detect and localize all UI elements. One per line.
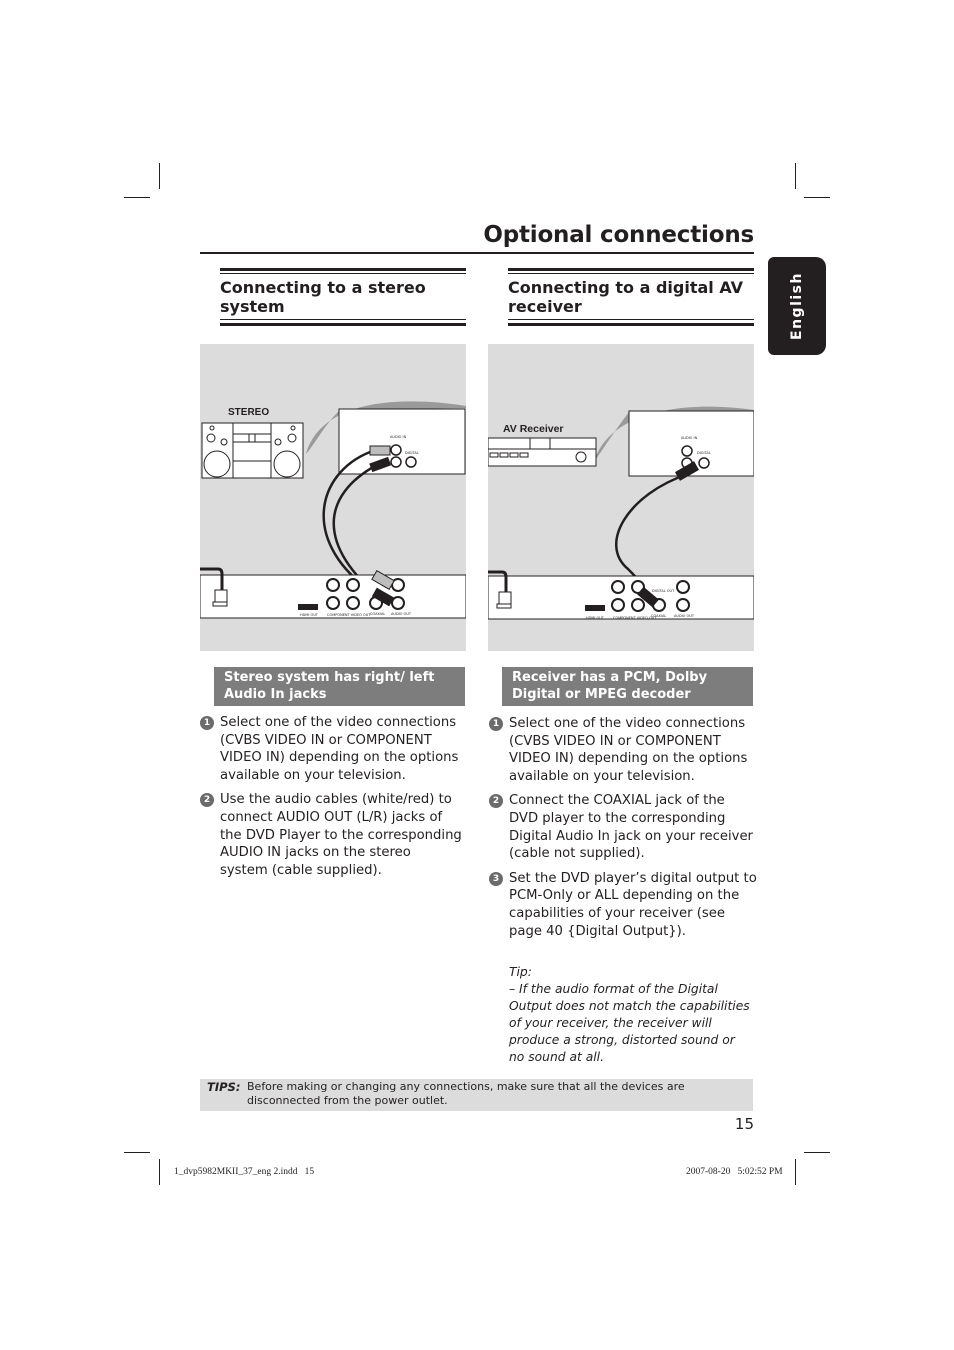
step-number-icon: 3 (489, 871, 503, 886)
svg-text:COAXIAL: COAXIAL (370, 612, 385, 616)
step-number-icon: 1 (489, 717, 503, 731)
crop-mark (795, 163, 796, 189)
section-rule (508, 319, 754, 320)
svg-text:HDMI OUT: HDMI OUT (586, 616, 605, 620)
page-number: 15 (734, 1115, 754, 1133)
av-receiver-icon (488, 437, 597, 467)
svg-text:COAXIAL: COAXIAL (651, 614, 666, 618)
av-receiver-label: AV Receiver (503, 423, 564, 435)
tips-box: TIPS: Before making or changing any conn… (200, 1079, 753, 1111)
svg-text:AUDIO IN: AUDIO IN (681, 436, 698, 440)
section-rule (220, 268, 466, 271)
section-rule (220, 319, 466, 320)
sub-header-receiver: Receiver has a PCM, Dolby Digital or MPE… (502, 667, 753, 706)
svg-text:COMPONENT VIDEO OUT: COMPONENT VIDEO OUT (327, 613, 371, 617)
svg-text:HDMI OUT: HDMI OUT (300, 613, 319, 617)
step-number-icon: 2 (489, 794, 503, 809)
language-tab: English (768, 257, 826, 355)
tips-text: Before making or changing any connection… (247, 1080, 685, 1107)
heading-line: Connecting to a stereo (220, 278, 426, 297)
tips-label: TIPS: (207, 1080, 241, 1094)
step-text: Use the audio cables (white/red) to conn… (220, 792, 462, 878)
heading-line: Connecting to a digital AV (508, 278, 744, 297)
language-tab-label: English (789, 272, 805, 340)
steps-list-receiver: 1 Select one of the video connections (C… (489, 715, 757, 947)
step-number-icon: 1 (200, 716, 214, 730)
steps-list-stereo: 1 Select one of the video connections (C… (200, 714, 462, 886)
step-text: Select one of the video connections (CVB… (509, 716, 748, 784)
step-item: 1 Select one of the video connections (C… (489, 715, 757, 785)
crop-mark (124, 197, 150, 198)
crop-mark (795, 1159, 796, 1185)
tip-label: Tip: (509, 965, 532, 979)
svg-text:AUDIO IN: AUDIO IN (390, 435, 407, 439)
stereo-audio-in-panel (338, 408, 466, 475)
step-text: Connect the COAXIAL jack of the DVD play… (509, 793, 753, 862)
crop-mark (124, 1152, 150, 1153)
section-rule (508, 273, 754, 274)
slug-filename: 1_dvp5982MKII_37_eng 2.indd 15 (174, 1167, 315, 1177)
step-item: 2 Connect the COAXIAL jack of the DVD pl… (489, 792, 757, 862)
sub-header-stereo: Stereo system has right/ left Audio In j… (214, 667, 465, 706)
heading-line: receiver (508, 297, 582, 316)
svg-text:DIGITAL: DIGITAL (697, 451, 711, 455)
tip-text: – If the audio format of the Digital Out… (509, 982, 750, 1064)
step-item: 3 Set the DVD player’s digital output to… (489, 870, 757, 940)
crop-mark (159, 163, 160, 189)
section-heading-av-receiver: Connecting to a digital AV receiver (508, 278, 754, 316)
crop-mark (804, 1152, 830, 1153)
stereo-unit-icon (201, 422, 304, 479)
tip-note: Tip: – If the audio format of the Digita… (509, 964, 754, 1066)
stereo-connection-illustration: STEREO AUDIO IN DIGITAL HDMI OUT COMPONE… (200, 344, 466, 651)
section-rule (508, 323, 754, 326)
section-rule (508, 268, 754, 271)
section-heading-stereo: Connecting to a stereo system (220, 278, 466, 316)
section-rule (220, 323, 466, 326)
crop-mark (159, 1159, 160, 1185)
step-text: Set the DVD player’s digital output to P… (509, 870, 757, 939)
step-number-icon: 2 (200, 793, 214, 808)
slug-timestamp: 2007-08-20 5:02:52 PM (686, 1167, 783, 1177)
title-rule (200, 252, 754, 254)
svg-text:DIGITAL OUT: DIGITAL OUT (652, 589, 675, 593)
svg-text:AUDIO OUT: AUDIO OUT (674, 614, 695, 618)
step-item: 1 Select one of the video connections (C… (200, 714, 462, 784)
step-item: 2 Use the audio cables (white/red) to co… (200, 791, 462, 879)
stereo-label: STEREO (228, 407, 269, 418)
page-title: Optional connections (483, 222, 754, 248)
svg-text:AUDIO OUT: AUDIO OUT (391, 612, 412, 616)
step-text: Select one of the video connections (CVB… (220, 715, 459, 783)
heading-line: system (220, 297, 285, 316)
svg-text:DIGITAL: DIGITAL (405, 451, 419, 455)
crop-mark (804, 197, 830, 198)
av-receiver-connection-illustration: AV Receiver AUDIO IN DIGITAL HDMI OUT CO… (488, 344, 754, 651)
section-rule (220, 273, 466, 274)
